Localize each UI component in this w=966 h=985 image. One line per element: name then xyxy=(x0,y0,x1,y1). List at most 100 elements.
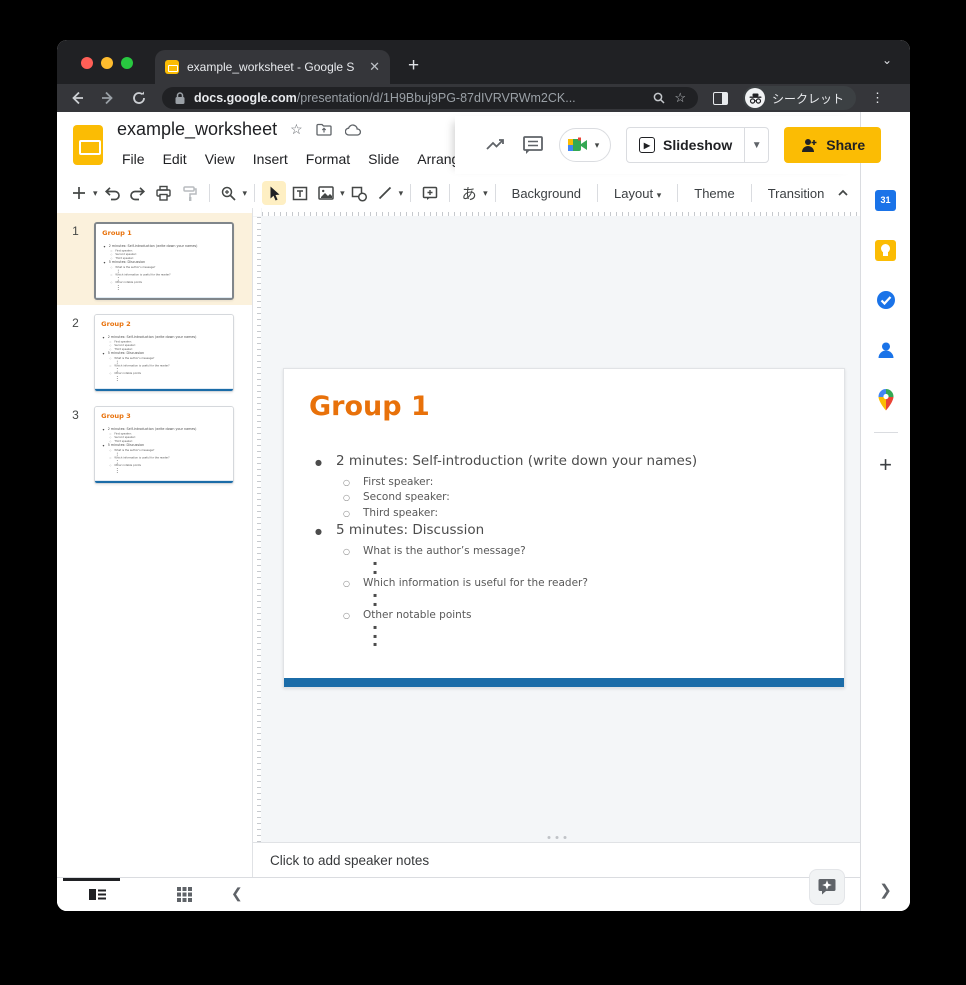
select-tool-icon[interactable] xyxy=(262,181,286,205)
keep-icon[interactable] xyxy=(874,238,898,262)
bullet-text: Third speaker: xyxy=(115,257,133,260)
tab-search-chevron-icon[interactable]: ⌄ xyxy=(882,53,892,67)
comments-icon[interactable] xyxy=(522,135,544,155)
get-add-ons-button[interactable]: + xyxy=(874,453,898,477)
slideshow-label: Slideshow xyxy=(663,137,732,153)
menu-view[interactable]: View xyxy=(198,148,242,170)
browser-menu-icon[interactable]: ⋮ xyxy=(871,90,885,106)
reload-icon[interactable] xyxy=(131,90,147,106)
undo-icon[interactable] xyxy=(100,181,124,205)
menu-edit[interactable]: Edit xyxy=(156,148,194,170)
close-window-button[interactable] xyxy=(81,57,93,69)
close-side-panel-icon[interactable]: ❯ xyxy=(861,881,910,899)
new-slide-button[interactable] xyxy=(67,181,91,205)
insert-comment-icon[interactable] xyxy=(418,181,442,205)
slideshow-options-caret[interactable]: ▼ xyxy=(744,128,768,162)
back-icon[interactable] xyxy=(69,90,85,106)
browser-tab[interactable]: example_worksheet - Google S ✕ xyxy=(155,50,390,84)
insert-image-caret[interactable]: ▾ xyxy=(340,188,345,199)
zoom-window-button[interactable] xyxy=(121,57,133,69)
slide-thumbnail-row-3[interactable]: 3 Group 3 ●2 minutes: Self-introduction (w… xyxy=(57,397,252,489)
input-tools-icon[interactable]: あ xyxy=(457,181,481,205)
bookmark-star-icon[interactable]: ☆ xyxy=(674,90,686,106)
slides-logo[interactable] xyxy=(73,125,103,165)
insert-line-icon[interactable] xyxy=(373,181,397,205)
browser-tab-strip: example_worksheet - Google S ✕ + ⌄ xyxy=(57,40,910,84)
bullet-marker: ▪ xyxy=(373,641,383,648)
share-button[interactable]: Share xyxy=(784,127,881,163)
new-tab-button[interactable]: + xyxy=(408,52,419,80)
slide-body-textbox[interactable]: ●2 minutes: Self-introduction (write dow… xyxy=(95,427,231,474)
address-bar[interactable]: docs.google.com/presentation/d/1H9Bbuj9P… xyxy=(162,87,698,109)
slide-title[interactable]: Group 1 xyxy=(102,229,132,236)
menu-format[interactable]: Format xyxy=(299,148,357,170)
tab-close-icon[interactable]: ✕ xyxy=(369,59,380,75)
text-box-icon[interactable] xyxy=(288,181,312,205)
calendar-icon[interactable]: 31 xyxy=(874,188,898,212)
tab-title: example_worksheet - Google S xyxy=(187,60,361,74)
cloud-saved-icon[interactable] xyxy=(345,124,362,136)
explore-button[interactable] xyxy=(809,869,845,905)
print-icon[interactable] xyxy=(152,181,176,205)
bullet-level-3: ▪ xyxy=(284,624,836,632)
new-slide-caret[interactable]: ▾ xyxy=(93,188,98,199)
slide-thumbnail[interactable]: Group 3 ●2 minutes: Self-introduction (wr… xyxy=(94,406,234,484)
tasks-icon[interactable] xyxy=(874,288,898,312)
insert-image-icon[interactable] xyxy=(314,181,338,205)
collapse-filmstrip-icon[interactable]: ❮ xyxy=(231,885,243,902)
notes-resize-handle[interactable] xyxy=(547,836,566,839)
side-panel-icon[interactable] xyxy=(713,92,728,105)
slide-body-textbox[interactable]: ●2 minutes: Self-introduction (write dow… xyxy=(95,335,231,382)
contacts-icon[interactable] xyxy=(874,338,898,362)
forward-icon[interactable] xyxy=(100,90,116,106)
zoom-icon[interactable] xyxy=(217,181,241,205)
transition-button[interactable]: Transition xyxy=(759,182,834,205)
paint-format-icon[interactable] xyxy=(178,181,202,205)
menu-slide[interactable]: Slide xyxy=(361,148,406,170)
zoom-caret[interactable]: ▾ xyxy=(243,188,248,199)
slide-thumbnail[interactable]: Group 2 ●2 minutes: Self-introduction (wr… xyxy=(94,314,234,392)
slide-thumbnail-row-1[interactable]: 1Group 1●2 minutes: Self-introduction (w… xyxy=(57,213,252,305)
grid-view-icon[interactable] xyxy=(176,886,193,903)
bullet-text: Which information is useful for the read… xyxy=(115,273,170,276)
move-folder-icon[interactable] xyxy=(316,123,332,136)
current-slide[interactable]: Group 1 ●2 minutes: Self-introduction (wr… xyxy=(283,368,845,688)
search-icon[interactable] xyxy=(652,91,666,105)
redo-icon[interactable] xyxy=(126,181,150,205)
slides-app: example_worksheet ☆ FileEditViewInsertFo… xyxy=(57,112,860,911)
slide-canvas[interactable]: Group 1 ●2 minutes: Self-introduction (wr… xyxy=(253,208,860,842)
bullet-marker: ▪ xyxy=(373,624,383,631)
slide-number: 3 xyxy=(57,406,94,489)
speaker-notes[interactable]: Click to add speaker notes xyxy=(253,842,860,877)
slide-thumbnail-row-2[interactable]: 2Group 2●2 minutes: Self-introduction (w… xyxy=(57,305,252,397)
menu-file[interactable]: File xyxy=(115,148,152,170)
slide-title[interactable]: Group 1 xyxy=(309,391,430,422)
bullet-text: Which information is useful for the read… xyxy=(114,456,169,459)
slide-body-textbox[interactable]: ●2 minutes: Self-introduction (write dow… xyxy=(284,453,836,650)
slide-thumbnail[interactable]: Group 1 ●2 minutes: Self-introduction (wr… xyxy=(94,222,234,300)
filmstrip-view-icon[interactable] xyxy=(88,886,107,903)
theme-button[interactable]: Theme xyxy=(685,182,743,205)
slideshow-button[interactable]: ▶ Slideshow xyxy=(627,137,744,153)
browser-toolbar: docs.google.com/presentation/d/1H9Bbuj9P… xyxy=(57,84,910,112)
input-tools-caret[interactable]: ▾ xyxy=(483,188,488,199)
background-button[interactable]: Background xyxy=(503,182,590,205)
meet-dropdown-caret[interactable]: ▾ xyxy=(592,140,602,151)
slide-title[interactable]: Group 2 xyxy=(101,320,131,327)
slide-body-textbox[interactable]: ●2 minutes: Self-introduction (write dow… xyxy=(96,244,232,291)
document-title[interactable]: example_worksheet xyxy=(117,119,277,140)
maps-icon[interactable] xyxy=(874,388,898,412)
slide-title[interactable]: Group 3 xyxy=(101,412,131,419)
bullet-level-3: ▪ xyxy=(284,601,836,609)
minimize-window-button[interactable] xyxy=(101,57,113,69)
star-document-icon[interactable]: ☆ xyxy=(290,121,303,138)
insert-line-caret[interactable]: ▾ xyxy=(399,188,404,199)
share-label: Share xyxy=(826,137,865,153)
layout-button[interactable]: Layout ▾ xyxy=(605,182,670,205)
menu-insert[interactable]: Insert xyxy=(246,148,295,170)
insert-shape-icon[interactable] xyxy=(347,181,371,205)
bullet-marker: ▪ xyxy=(373,633,383,640)
activity-dashboard-icon[interactable] xyxy=(485,136,507,154)
hide-menus-icon[interactable] xyxy=(835,185,851,201)
meet-call-button[interactable]: ▾ xyxy=(559,128,611,162)
